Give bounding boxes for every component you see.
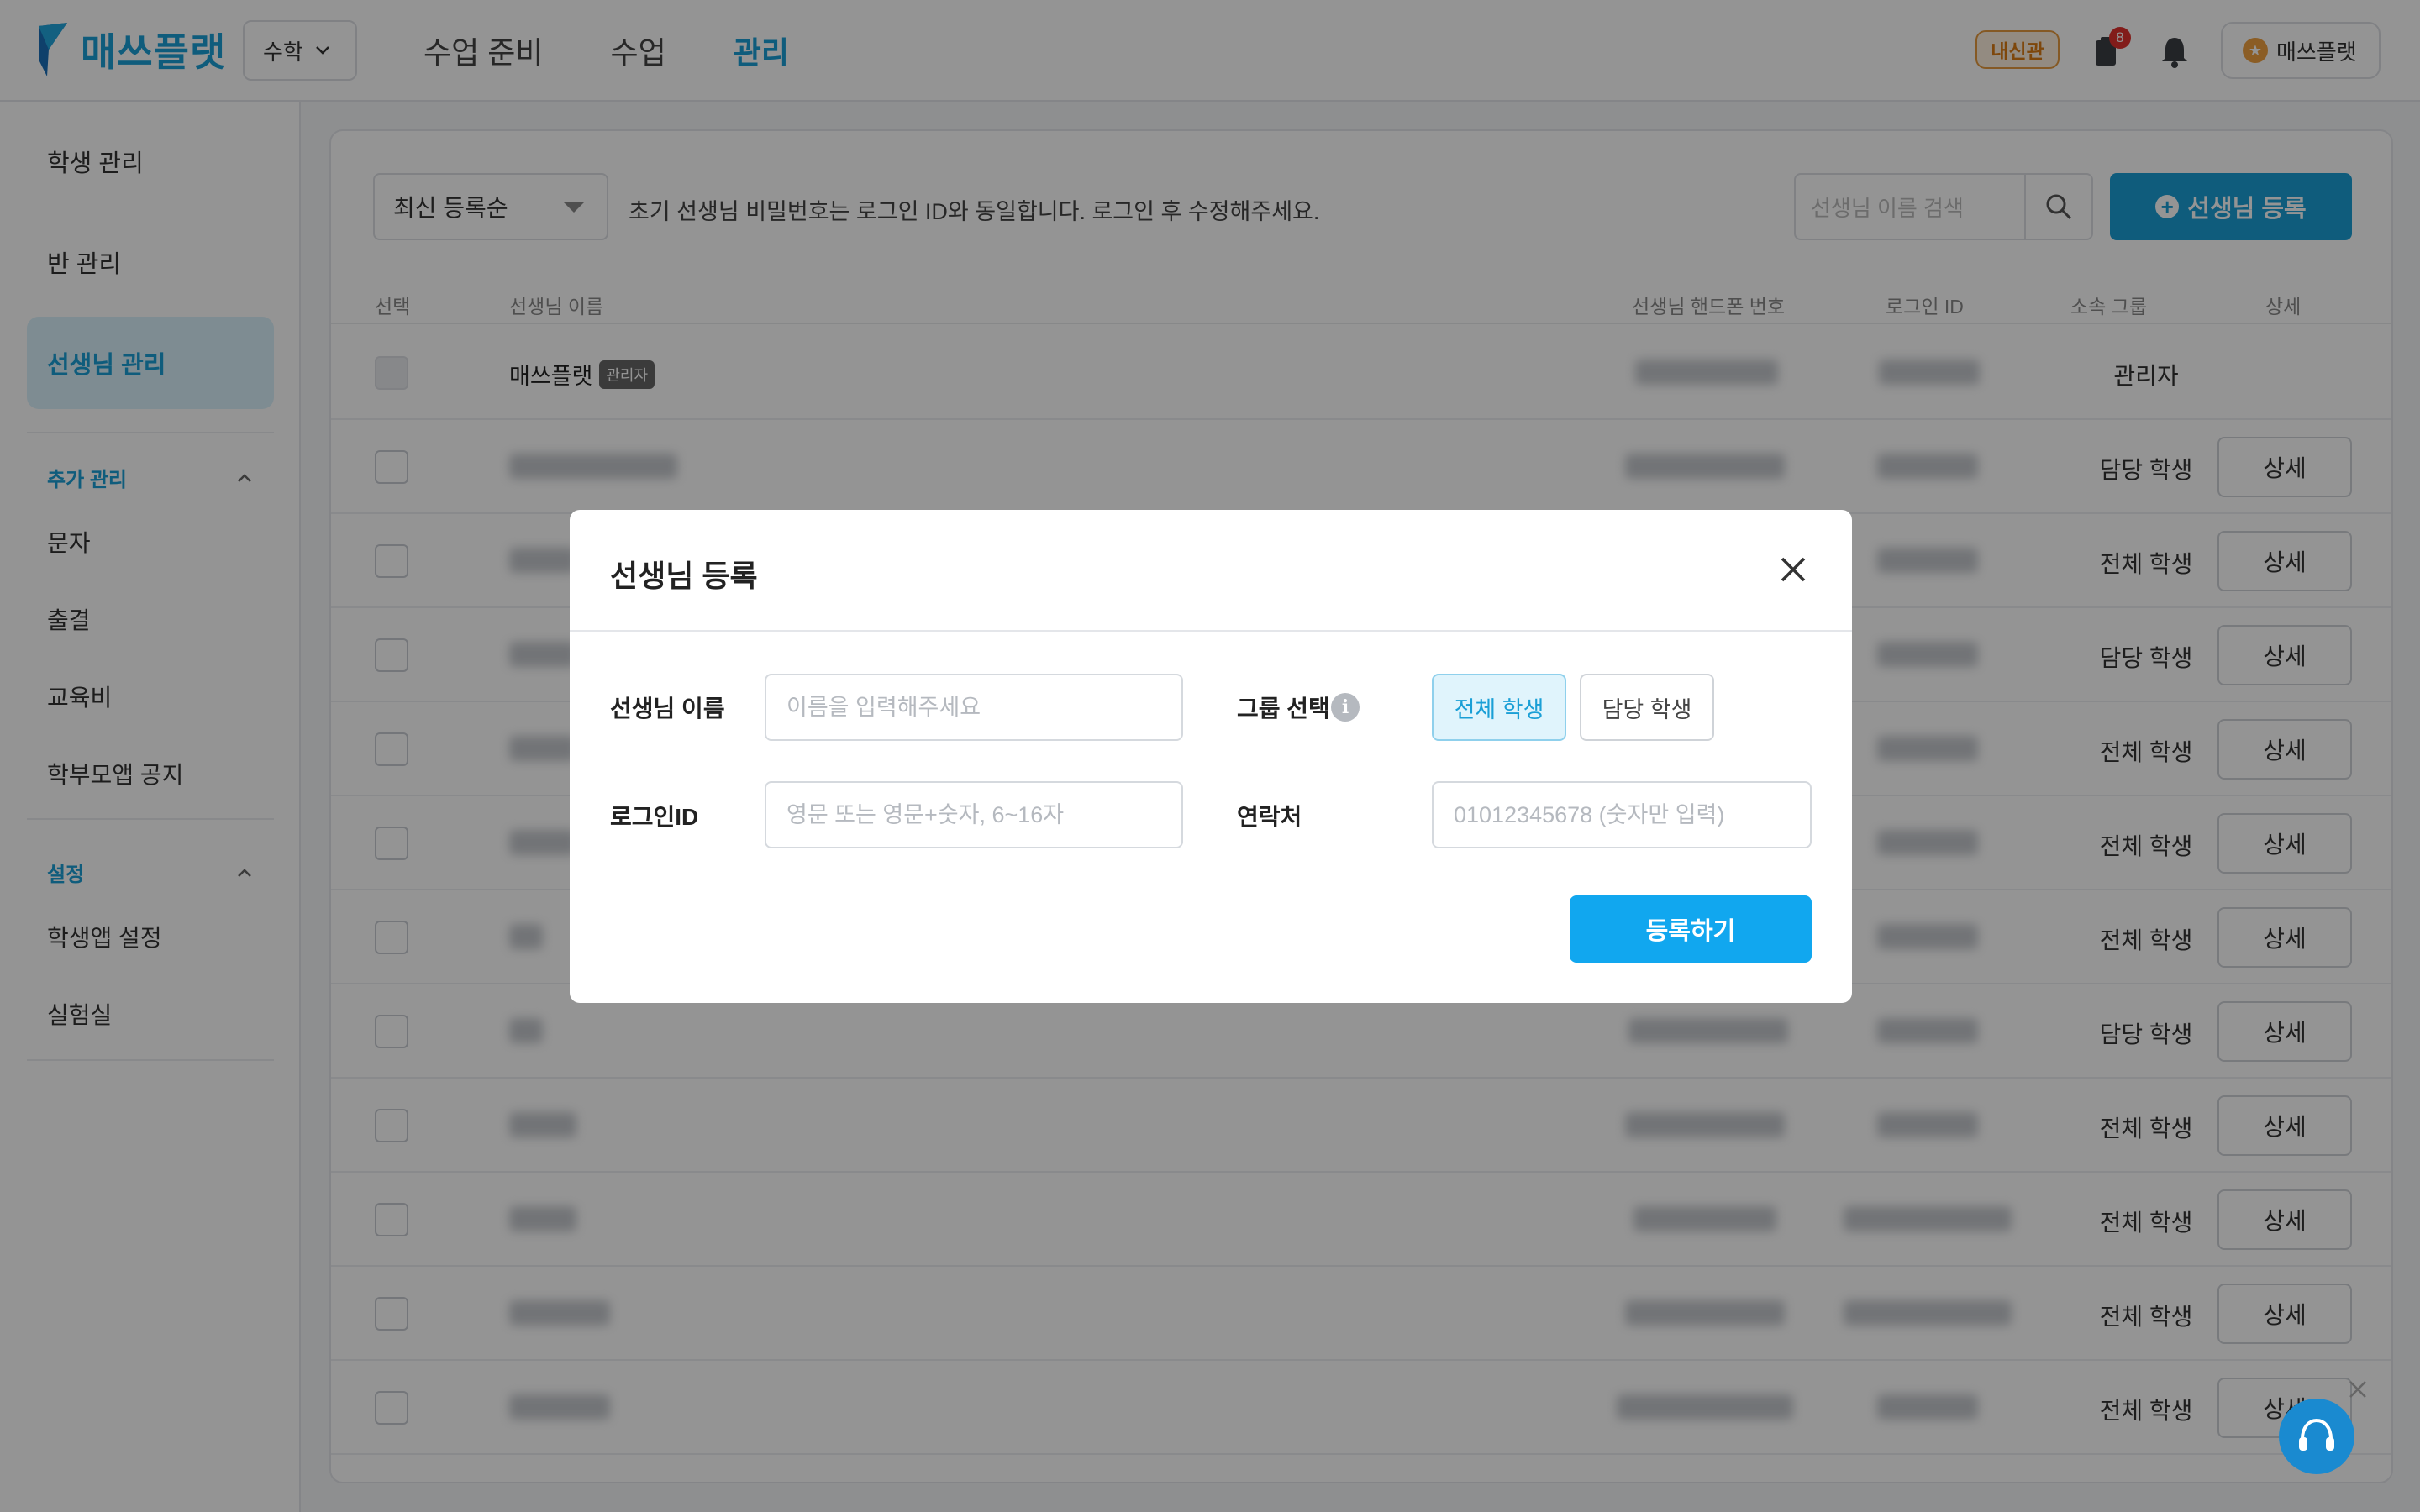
modal-header: 선생님 등록 [570,510,1852,632]
close-icon[interactable] [1776,552,1811,587]
info-icon[interactable]: i [1331,693,1360,722]
headset-icon [2299,1418,2334,1451]
close-help-icon[interactable] [2346,1378,2370,1401]
submit-register-button[interactable]: 등록하기 [1570,895,1812,963]
group-option-all-students[interactable]: 전체 학생 [1432,674,1566,741]
teacher-name-label: 선생님 이름 [610,696,725,722]
teacher-register-modal: 선생님 등록 선생님 이름 그룹 선택 i 전체 학생 담당 학생 로그인ID … [570,510,1852,1003]
contact-input[interactable] [1432,781,1812,848]
group-option-assigned-students[interactable]: 담당 학생 [1580,674,1714,741]
login-id-input[interactable] [765,781,1183,848]
modal-title: 선생님 등록 [610,559,758,593]
group-select-label: 그룹 선택 [1237,696,1330,722]
teacher-name-input[interactable] [765,674,1183,741]
login-id-label: 로그인ID [610,804,699,830]
contact-label: 연락처 [1237,804,1302,830]
help-chat-button[interactable] [2279,1399,2354,1474]
